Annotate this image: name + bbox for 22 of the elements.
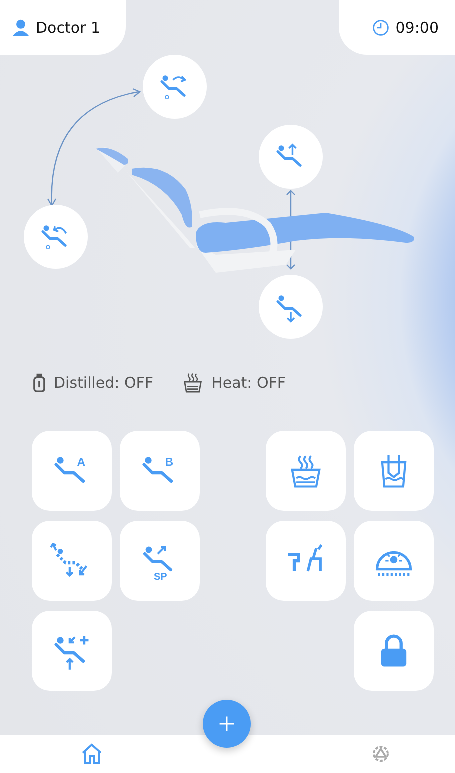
light-button[interactable] (354, 521, 434, 601)
heater-bowl-icon (182, 373, 204, 393)
bottle-icon (33, 373, 46, 393)
user-icon (12, 18, 30, 36)
cup-fill-button[interactable] (354, 431, 434, 511)
clock-time: 09:00 (396, 18, 439, 36)
user-badge[interactable]: Doctor 1 (0, 0, 126, 55)
add-button[interactable] (203, 700, 251, 748)
home-icon (80, 742, 104, 766)
clock-icon (372, 18, 390, 36)
lock-button[interactable] (354, 611, 434, 691)
rinse-button[interactable] (266, 521, 346, 601)
status-text: Distilled: OFF (54, 374, 154, 392)
status-text: Heat: OFF (212, 374, 286, 392)
preset-arrow-button[interactable]: SP (120, 521, 200, 601)
preset-button[interactable]: B (120, 431, 200, 511)
return-button[interactable] (32, 521, 112, 601)
heater-button[interactable] (266, 431, 346, 511)
plus-icon (218, 715, 236, 733)
user-name: Doctor 1 (36, 18, 101, 36)
memory-button[interactable] (32, 611, 112, 691)
preset-button[interactable]: A (32, 431, 112, 511)
